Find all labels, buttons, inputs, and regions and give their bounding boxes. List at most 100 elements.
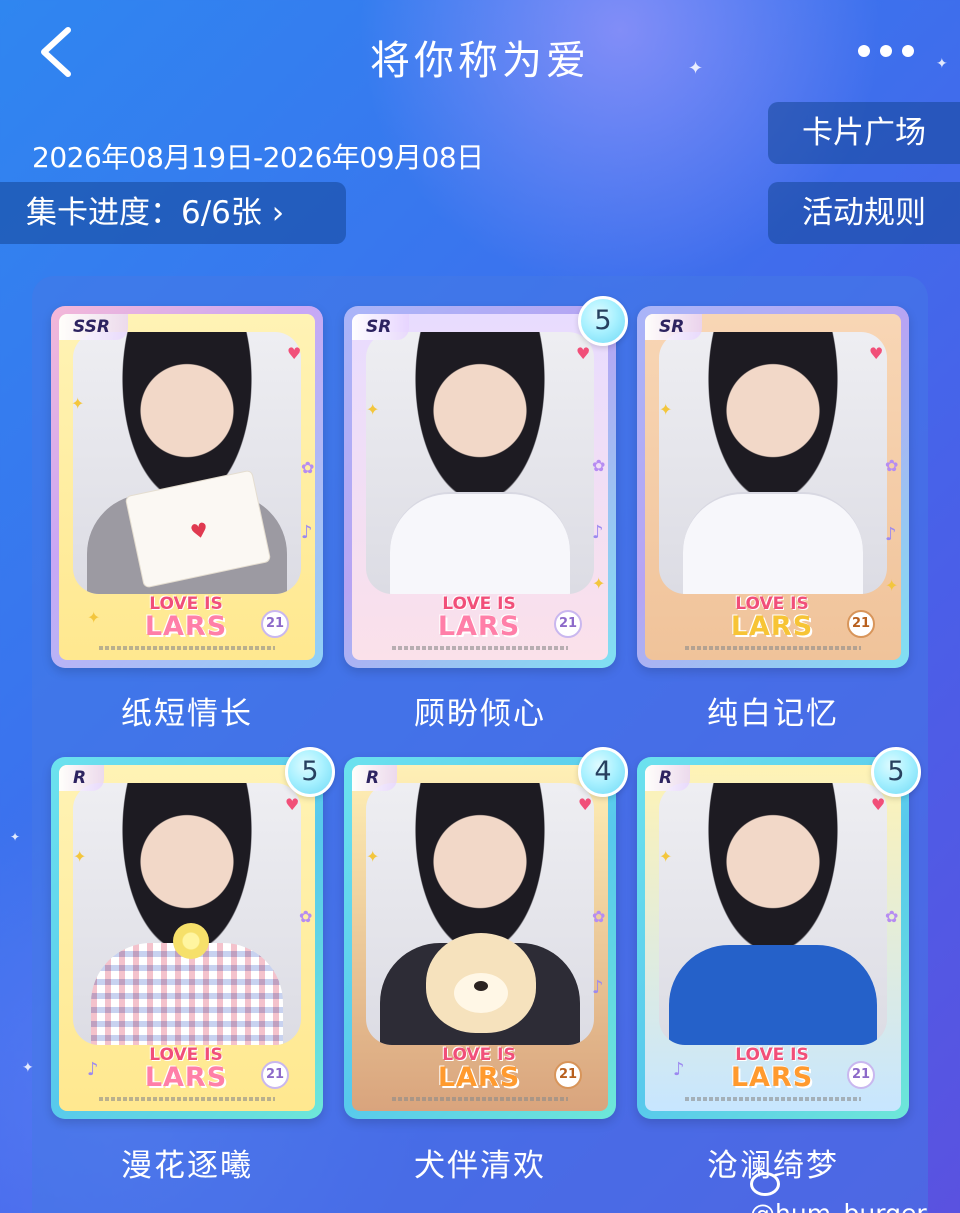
collection-progress-button[interactable]: 集卡进度：6/6张 › [0,182,346,244]
paw-icon: ✿ [592,456,606,475]
card-footer-text [685,1097,861,1101]
paw-icon: ✿ [592,907,606,926]
logo-line2: LARS [730,1062,814,1093]
sparkle-icon: ✦ [10,830,21,844]
card-count-badge: 5 [285,747,335,797]
card-face: R ♥ ✿ ✦ ♪ LOVE IS LARS 21 [352,765,608,1111]
number-badge: 21 [847,610,875,638]
card-face: SR ♥ ✿ ♪ ✦ ✦ LOVE IS LARS 21 [645,314,901,660]
card-footer-text [392,1097,568,1101]
music-note-icon: ♪ [87,1059,99,1080]
heart-icon: ♥ [285,795,300,814]
card-photo [659,783,887,1045]
card-item[interactable]: R ♥ ✿ ✦ ♪ LOVE IS LARS 21 [344,757,616,1119]
heart-icon: ♥ [578,795,593,814]
tier-badge: R [59,765,105,791]
card-count-badge: 4 [578,747,628,797]
card-item[interactable]: R ♥ ✿ ✦ ♪ LOVE IS LARS 21 [637,757,909,1119]
tier-badge: R [352,765,398,791]
heart-icon: ♥ [869,344,884,363]
logo-line2: LARS [437,611,521,642]
envelope-image [124,469,272,589]
paw-icon: ✿ [885,907,899,926]
card-count-badge: 5 [871,747,921,797]
rules-button[interactable]: 活动规则 [768,182,960,244]
card-name: 纸短情长 [121,696,253,732]
sparkle-icon: ✦ [366,400,380,419]
card-face: R ♥ ✿ ✦ ♪ LOVE IS LARS 21 [59,765,315,1111]
more-dots-icon [902,45,914,57]
card-photo [659,332,887,594]
card-item[interactable]: SR ♥ ✿ ♪ ✦ ✦ LOVE IS LARS 21 [637,306,909,668]
card-face: SR ♥ ✿ ♪ ✦ ✦ LOVE IS LARS 21 [352,314,608,660]
logo-line2: LARS [730,611,814,642]
music-note-icon: ♪ [592,977,604,998]
card-name: 纯白记忆 [707,696,839,732]
heart-icon: ♥ [287,344,302,363]
card-logo: LOVE IS LARS [131,1047,241,1093]
watermark: @hum_burger [750,1170,960,1213]
card-footer-text [99,646,275,650]
card-item[interactable]: SSR ♥ ✿ ♪ ✦ ✦ LOVE IS LARS 21 [51,306,323,668]
watermark-text: @hum_burger [750,1199,927,1213]
tier-badge: SR [352,314,410,340]
card-photo [366,783,594,1045]
number-badge: 21 [261,610,289,638]
card-logo: LOVE IS LARS [717,596,827,642]
card-photo [366,332,594,594]
more-dots-icon [858,45,870,57]
card-face: SSR ♥ ✿ ♪ ✦ ✦ LOVE IS LARS 21 [59,314,315,660]
music-note-icon: ♪ [301,522,313,543]
event-date-range: 2026年08月19日-2026年09月08日 [32,141,484,174]
music-note-icon: ♪ [592,522,604,543]
page-title: 将你称为爱 [370,38,590,84]
weibo-logo-icon [750,1172,780,1196]
tier-badge: SSR [59,314,128,340]
sparkle-icon: ✦ [87,608,101,627]
card-item[interactable]: SR ♥ ✿ ♪ ✦ ✦ LOVE IS LARS 21 [344,306,616,668]
card-name: 顾盼倾心 [414,696,546,732]
number-badge: 21 [847,1061,875,1089]
music-note-icon: ♪ [885,524,897,545]
sparkle-icon: ✦ [73,847,87,866]
logo-line2: LARS [437,1062,521,1093]
paw-icon: ✿ [299,907,313,926]
number-badge: 21 [261,1061,289,1089]
sparkle-icon: ✦ [659,847,673,866]
sparkle-icon: ✦ [71,394,85,413]
logo-line2: LARS [144,611,228,642]
tier-badge: SR [645,314,703,340]
card-footer-text [99,1097,275,1101]
more-dots-icon [880,45,892,57]
card-photo [73,332,301,594]
paw-icon: ✿ [301,458,315,477]
dog-image [426,933,536,1033]
logo-line2: LARS [144,1062,228,1093]
sparkle-icon: ✦ [885,576,899,595]
card-footer-text [392,646,568,650]
card-logo: LOVE IS LARS [717,1047,827,1093]
number-badge: 21 [554,610,582,638]
flower-image [173,923,209,959]
more-button[interactable] [852,36,922,66]
tier-badge: R [645,765,691,791]
card-square-button[interactable]: 卡片广场 [768,102,960,164]
card-face: R ♥ ✿ ✦ ♪ LOVE IS LARS 21 [645,765,901,1111]
card-name: 犬伴清欢 [414,1148,546,1184]
sparkle-icon: ✦ [592,574,606,593]
number-badge: 21 [554,1061,582,1089]
card-footer-text [685,646,861,650]
music-note-icon: ♪ [673,1059,685,1080]
card-item[interactable]: R ♥ ✿ ✦ ♪ LOVE IS LARS 21 [51,757,323,1119]
card-logo: LOVE IS LARS [424,596,534,642]
card-photo [73,783,301,1045]
card-logo: LOVE IS LARS [424,1047,534,1093]
sparkle-icon: ✦ [366,847,380,866]
card-logo: LOVE IS LARS [131,596,241,642]
header: 将你称为爱 [0,0,960,110]
sparkle-icon: ✦ [659,400,673,419]
heart-icon: ♥ [871,795,886,814]
card-count-badge: 5 [578,296,628,346]
paw-icon: ✿ [885,456,899,475]
heart-icon: ♥ [576,344,591,363]
